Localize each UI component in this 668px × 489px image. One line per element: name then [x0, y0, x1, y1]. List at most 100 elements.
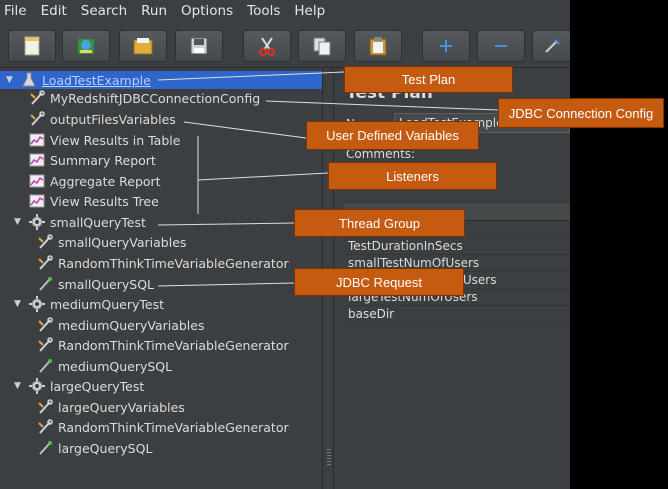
table-row[interactable]: baseDir: [344, 306, 570, 323]
menu-bar: File Edit Search Run Options Tools Help: [0, 0, 570, 22]
tree-item[interactable]: ▼ smallQueryTest: [14, 213, 146, 231]
screen-margin: [570, 0, 668, 489]
callout-user-defined-variables: User Defined Variables: [306, 121, 479, 150]
tree-item[interactable]: largeQuerySQL: [36, 439, 152, 457]
tree-item[interactable]: outputFilesVariables: [28, 110, 176, 128]
tree-item-label: mediumQuerySQL: [58, 358, 173, 374]
wrench-icon: [36, 337, 54, 353]
cut-icon: [259, 37, 275, 56]
tree-item-label: largeQuerySQL: [58, 440, 153, 456]
callout-jdbc-connection-config: JDBC Connection Config: [498, 98, 664, 128]
open-icon: [133, 38, 153, 55]
tree-item-label: outputFilesVariables: [50, 111, 176, 127]
pipette-icon: [36, 440, 54, 456]
save-icon: [190, 37, 208, 55]
menu-options[interactable]: Options: [181, 3, 233, 19]
gear-icon: [28, 296, 46, 312]
tree-item[interactable]: mediumQueryVariables: [36, 316, 204, 334]
wrench-icon: [36, 419, 54, 435]
toggle-button[interactable]: [532, 30, 570, 62]
wrench-icon: [36, 255, 54, 271]
tree-item[interactable]: RandomThinkTimeVariableGenerator: [36, 336, 289, 354]
expand-all-button[interactable]: [422, 30, 470, 62]
tree-item[interactable]: ▼ mediumQueryTest: [14, 295, 164, 313]
tree-root-test-plan[interactable]: ▼ LoadTestExample: [0, 71, 322, 89]
tree-item[interactable]: View Results Tree: [28, 192, 159, 210]
new-button[interactable]: [8, 30, 56, 62]
paste-button[interactable]: [354, 30, 402, 62]
save-button[interactable]: [175, 30, 223, 62]
tree-item-label: MyRedshiftJDBCConnectionConfig: [50, 90, 261, 106]
tree-item-label: mediumQueryTest: [50, 296, 164, 312]
collapse-all-button[interactable]: [477, 30, 525, 62]
new-file-icon: [24, 36, 40, 56]
tree-item[interactable]: ▼ largeQueryTest: [14, 377, 144, 395]
tree-item-label: smallQueryTest: [50, 214, 146, 230]
tree-item-label: View Results Tree: [50, 193, 159, 209]
flask-icon: [20, 72, 38, 88]
tree-root-label: LoadTestExample: [42, 72, 151, 88]
tree-item-label: largeQueryTest: [50, 378, 145, 394]
wrench-icon: [36, 234, 54, 250]
toolbar: [0, 22, 570, 68]
splitter-grip[interactable]: [327, 449, 331, 467]
menu-file[interactable]: File: [4, 3, 27, 19]
pipette-icon: [36, 358, 54, 374]
tree-item[interactable]: mediumQuerySQL: [36, 357, 172, 375]
callout-test-plan: Test Plan: [344, 66, 513, 93]
tree-item-label: mediumQueryVariables: [58, 317, 205, 333]
tree-item-label: smallQuerySQL: [58, 276, 155, 292]
tree-item[interactable]: largeQueryVariables: [36, 398, 185, 416]
chart-icon: [28, 193, 46, 209]
gear-icon: [28, 378, 46, 394]
collapse-triangle-icon[interactable]: ▼: [14, 217, 26, 227]
chart-icon: [28, 152, 46, 168]
chart-icon: [28, 173, 46, 189]
copy-icon: [313, 37, 331, 56]
paste-icon: [369, 37, 387, 56]
templates-button[interactable]: [62, 30, 110, 62]
callout-thread-group: Thread Group: [294, 209, 465, 237]
collapse-triangle-icon[interactable]: ▼: [14, 299, 26, 309]
copy-button[interactable]: [298, 30, 346, 62]
menu-run[interactable]: Run: [141, 3, 167, 19]
tree-item[interactable]: View Results in Table: [28, 131, 180, 149]
tree-item[interactable]: RandomThinkTimeVariableGenerator: [36, 254, 289, 272]
table-row[interactable]: TestDurationInSecs: [344, 238, 570, 255]
cut-button[interactable]: [243, 30, 291, 62]
tree-item-label: View Results in Table: [50, 132, 181, 148]
tree-item-label: smallQueryVariables: [58, 234, 187, 250]
expand-icon: [440, 40, 452, 52]
tree-item-label: Aggregate Report: [50, 173, 161, 189]
tree-item-label: RandomThinkTimeVariableGenerator: [58, 419, 289, 435]
pipette-icon: [36, 276, 54, 292]
wrench-icon: [28, 111, 46, 127]
menu-tools[interactable]: Tools: [247, 3, 280, 19]
wrench-icon: [28, 90, 46, 106]
tree-item[interactable]: Aggregate Report: [28, 172, 161, 190]
tree-item[interactable]: RandomThinkTimeVariableGenerator: [36, 418, 289, 436]
chart-icon: [28, 132, 46, 148]
tree-item[interactable]: MyRedshiftJDBCConnectionConfig: [28, 89, 260, 107]
collapse-triangle-icon[interactable]: ▼: [6, 75, 18, 85]
collapse-icon: [495, 45, 507, 47]
gear-icon: [28, 214, 46, 230]
menu-edit[interactable]: Edit: [41, 3, 67, 19]
wrench-icon: [36, 317, 54, 333]
templates-icon: [78, 39, 94, 54]
tree-item[interactable]: smallQueryVariables: [36, 233, 186, 251]
toggle-icon: [545, 39, 560, 53]
menu-help[interactable]: Help: [294, 3, 325, 19]
menu-search[interactable]: Search: [81, 3, 127, 19]
tree-item[interactable]: Summary Report: [28, 151, 156, 169]
test-plan-tree: ▼ LoadTestExample MyRedshiftJDBCConnecti…: [0, 69, 322, 489]
callout-listeners: Listeners: [328, 162, 497, 190]
tree-item-label: largeQueryVariables: [58, 399, 185, 415]
collapse-triangle-icon[interactable]: ▼: [14, 381, 26, 391]
wrench-icon: [36, 399, 54, 415]
tree-item-label: RandomThinkTimeVariableGenerator: [58, 337, 289, 353]
tree-item[interactable]: smallQuerySQL: [36, 275, 154, 293]
tree-item-label: RandomThinkTimeVariableGenerator: [58, 255, 289, 271]
open-button[interactable]: [119, 30, 167, 62]
tree-item-label: Summary Report: [50, 152, 156, 168]
